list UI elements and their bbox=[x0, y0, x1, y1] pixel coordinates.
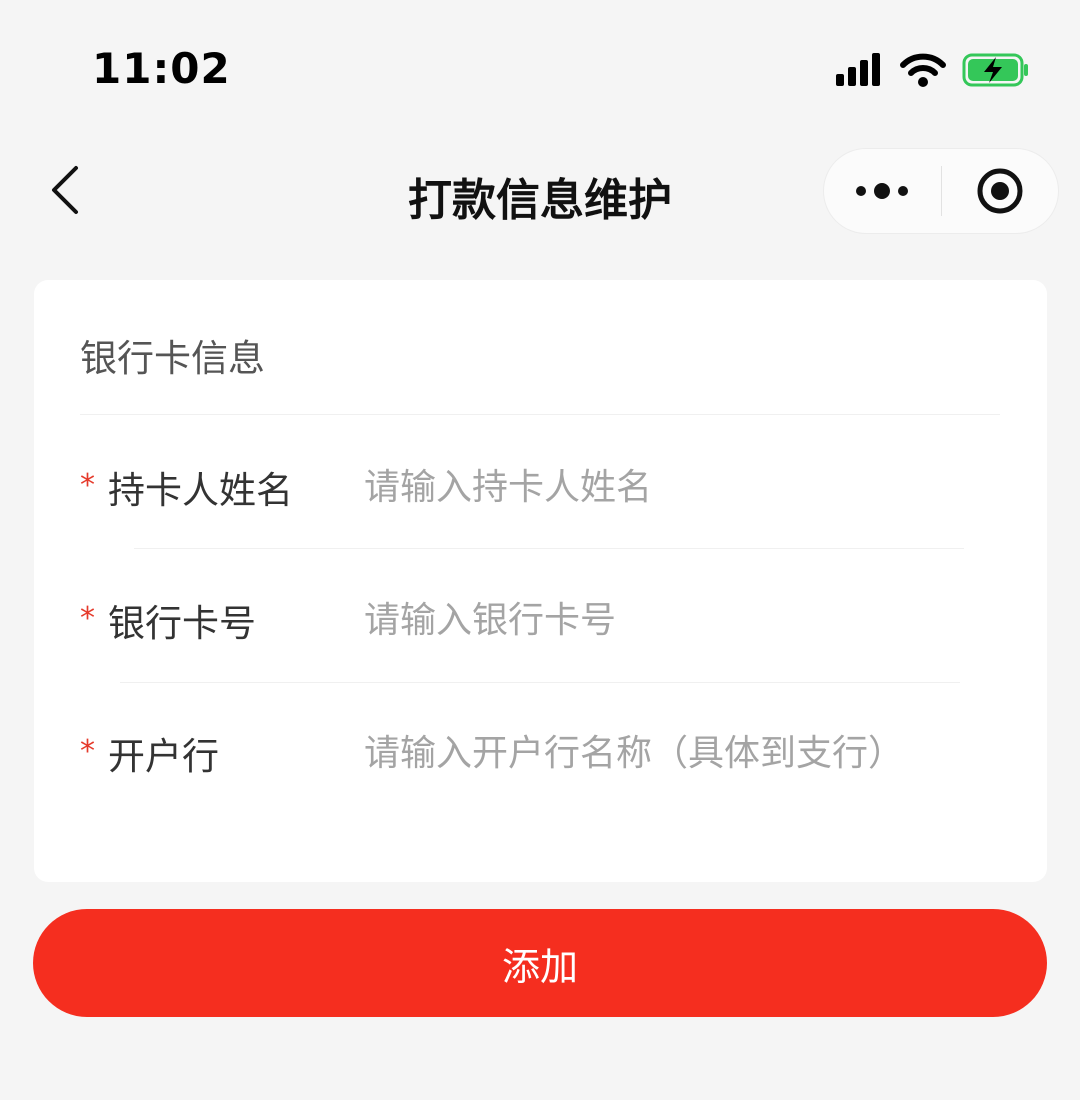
card-number-label: 银行卡号 bbox=[108, 602, 256, 645]
status-icons bbox=[834, 48, 1030, 92]
required-mark: * bbox=[80, 601, 95, 636]
status-time: 11:02 bbox=[92, 44, 231, 93]
close-button[interactable] bbox=[942, 148, 1059, 234]
card-number-row: * 银行卡号 bbox=[34, 593, 1047, 673]
bank-card-info-card: 银行卡信息 * 持卡人姓名 * 银行卡号 * 开户行 bbox=[34, 280, 1047, 882]
row-divider bbox=[134, 548, 964, 549]
bank-branch-row: * 开户行 bbox=[34, 726, 1047, 806]
bank-branch-label: 开户行 bbox=[108, 735, 219, 778]
cardholder-name-label: 持卡人姓名 bbox=[108, 469, 293, 512]
wifi-icon bbox=[900, 53, 946, 87]
bank-branch-input[interactable] bbox=[364, 728, 1004, 778]
more-dots-icon bbox=[856, 183, 909, 199]
section-title: 银行卡信息 bbox=[80, 337, 265, 380]
cardholder-name-row: * 持卡人姓名 bbox=[34, 460, 1047, 540]
more-button[interactable] bbox=[824, 148, 941, 234]
add-button[interactable]: 添加 bbox=[33, 909, 1047, 1017]
signal-icon bbox=[836, 53, 880, 86]
mini-program-capsule bbox=[823, 148, 1059, 234]
target-close-icon bbox=[977, 168, 1023, 214]
required-mark: * bbox=[80, 734, 95, 769]
section-divider bbox=[80, 414, 1000, 415]
card-number-input[interactable] bbox=[364, 595, 1004, 645]
cardholder-name-input[interactable] bbox=[364, 462, 1004, 512]
row-divider bbox=[120, 682, 960, 683]
battery-charging-icon bbox=[962, 53, 1028, 87]
nav-bar: 打款信息维护 bbox=[0, 140, 1080, 240]
required-mark: * bbox=[80, 468, 95, 503]
status-bar: 11:02 bbox=[0, 0, 1080, 130]
